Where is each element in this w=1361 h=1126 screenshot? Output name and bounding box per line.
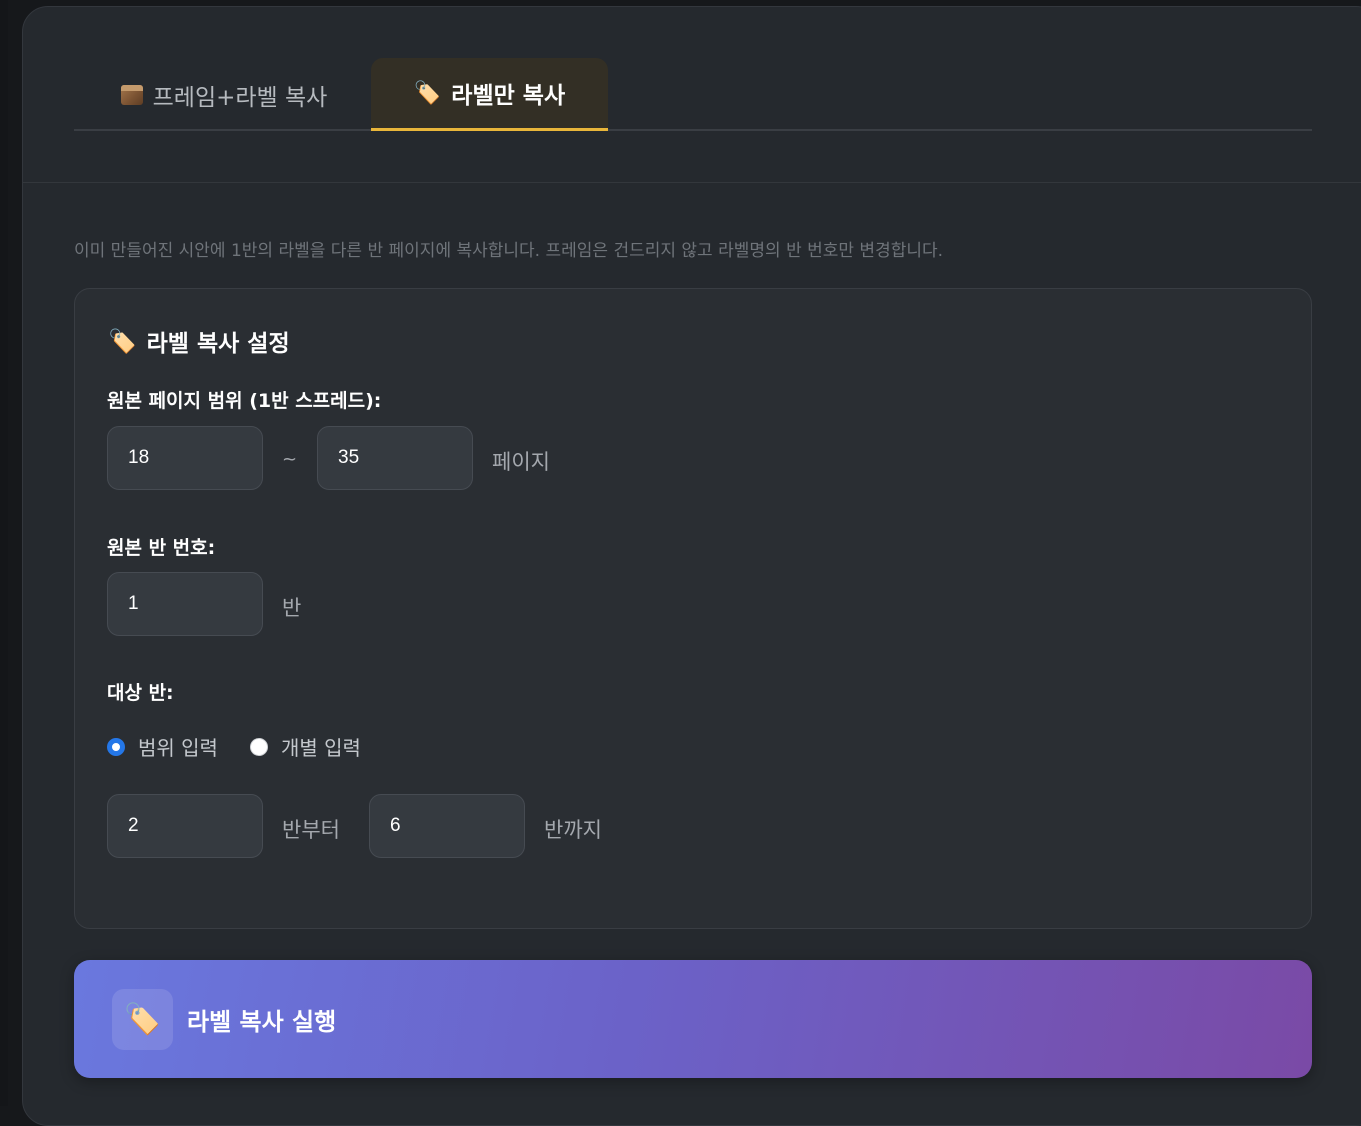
tab-label: 프레임+라벨 복사 — [152, 84, 328, 111]
radio-range-input[interactable]: 범위 입력 — [107, 732, 218, 761]
target-to-input[interactable] — [369, 794, 525, 858]
run-button-label: 라벨 복사 실행 — [187, 1007, 337, 1036]
radio-range-label: 범위 입력 — [138, 736, 218, 760]
tab-frame-label-copy[interactable]: 프레임+라벨 복사 — [104, 58, 344, 131]
run-label-copy-button[interactable]: 🏷️ 라벨 복사 실행 — [74, 960, 1312, 1078]
range-separator: ~ — [282, 449, 298, 470]
source-class-label: 원본 반 번호: — [107, 537, 216, 559]
page-unit-label: 페이지 — [492, 450, 550, 474]
radio-individual-label: 개별 입력 — [280, 736, 361, 760]
radio-selected-icon[interactable] — [107, 737, 125, 756]
source-class-unit: 반 — [282, 596, 302, 620]
target-to-unit: 반까지 — [544, 818, 602, 842]
target-class-label: 대상 반: — [107, 682, 174, 704]
window-edge — [0, 0, 8, 1106]
description-text: 이미 만들어진 시안에 1반의 라벨을 다른 반 페이지에 복사합니다. 프레임… — [74, 241, 944, 261]
tab-label: 라벨만 복사 — [451, 83, 566, 109]
settings-title-text: 라벨 복사 설정 — [146, 331, 290, 357]
tag-icon: 🏷️ — [112, 988, 173, 1050]
radio-individual-input[interactable]: 개별 입력 — [249, 732, 361, 761]
tab-bar: 프레임+라벨 복사 🏷️ 라벨만 복사 — [74, 58, 1312, 131]
page-from-input[interactable] — [107, 426, 263, 490]
page-range-label: 원본 페이지 범위 (1반 스프레드): — [107, 390, 382, 412]
radio-unselected-icon[interactable] — [249, 737, 268, 756]
tag-icon: 🏷️ — [413, 80, 442, 106]
tab-label-only-copy[interactable]: 🏷️ 라벨만 복사 — [371, 58, 608, 131]
page-to-input[interactable] — [317, 426, 473, 490]
target-from-unit: 반부터 — [282, 818, 340, 842]
box-icon — [120, 84, 143, 105]
tag-icon: 🏷️ — [108, 328, 137, 355]
target-from-input[interactable] — [107, 794, 263, 858]
settings-title: 🏷️ 라벨 복사 설정 — [108, 324, 290, 358]
source-class-input[interactable] — [107, 572, 263, 636]
header-divider — [22, 182, 1361, 183]
target-mode-radio-group: 범위 입력 개별 입력 — [107, 732, 393, 761]
